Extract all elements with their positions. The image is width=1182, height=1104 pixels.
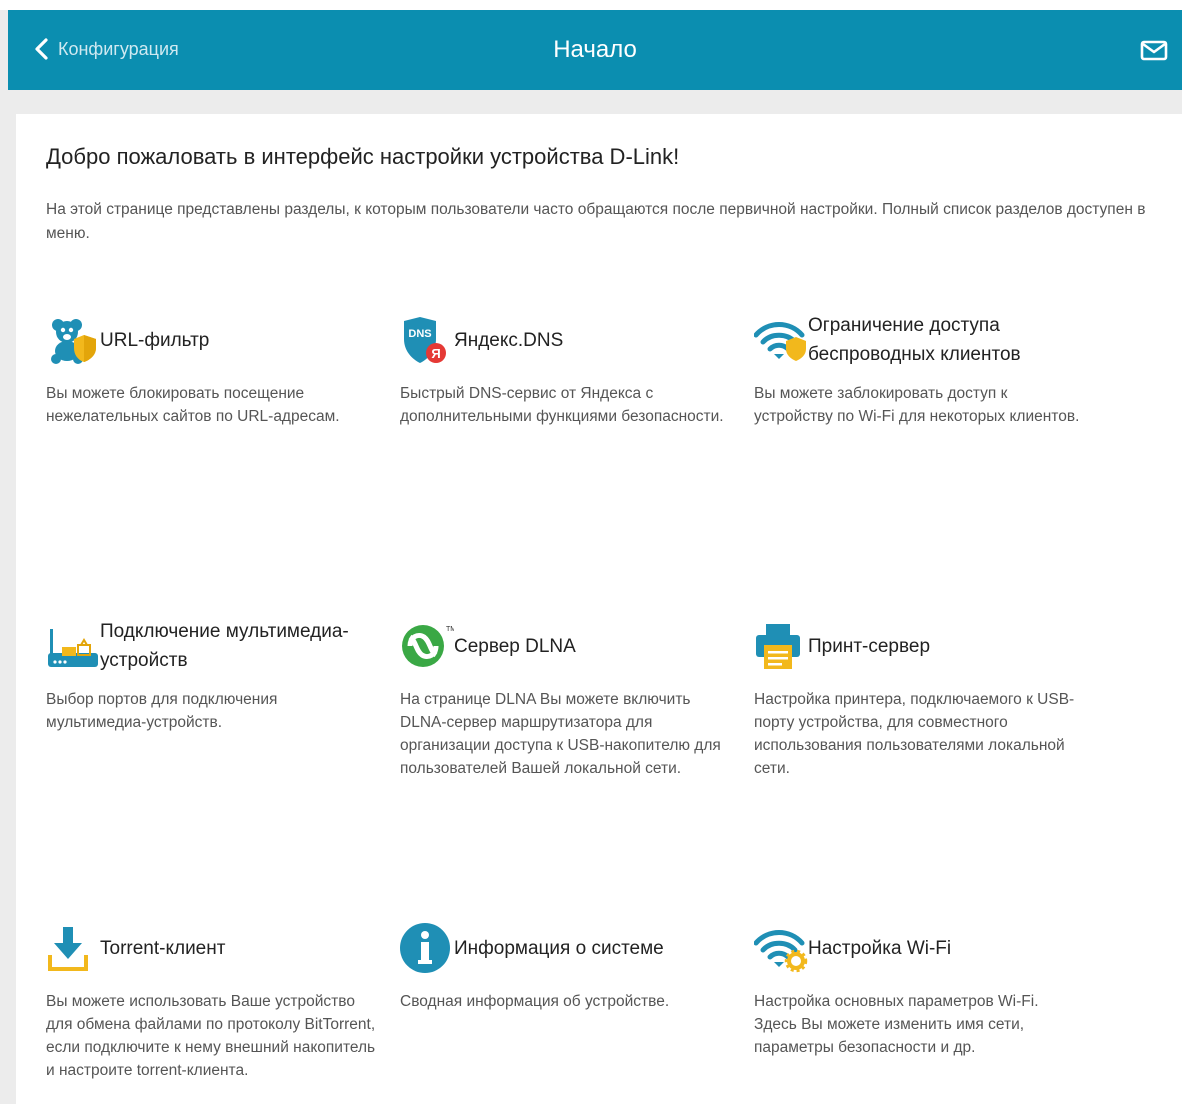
printer-icon <box>754 619 808 673</box>
svg-text:DNS: DNS <box>408 328 431 340</box>
mail-icon <box>1140 40 1168 61</box>
svg-text:Я: Я <box>431 346 440 361</box>
card-print-server: Принт-сервер Настройка принтера, подключ… <box>754 616 1084 780</box>
top-border <box>0 0 1182 10</box>
card-wifi-settings: Настройка Wi-Fi Настройка основных парам… <box>754 918 1084 1059</box>
multimedia-icon <box>46 619 100 673</box>
info-icon <box>400 921 454 975</box>
card-title[interactable]: Сервер DLNA <box>454 632 576 661</box>
card-description: Настройка принтера, подключаемого к USB-… <box>754 691 1075 777</box>
card-description: На странице DLNA Вы можете включить DLNA… <box>400 691 721 777</box>
main-panel: Добро пожаловать в интерфейс настройки у… <box>16 114 1182 1104</box>
card-title[interactable]: URL-фильтр <box>100 326 209 355</box>
yandex-dns-icon: DNS Я <box>400 313 454 367</box>
svg-text:TM: TM <box>446 626 454 633</box>
wifi-settings-icon <box>754 921 808 975</box>
intro-text: На этой странице представлены разделы, к… <box>46 201 1146 242</box>
card-title[interactable]: Ограничение доступа беспроводных клиенто… <box>808 311 1084 369</box>
card-description: Вы можете блокировать посещение нежелате… <box>46 385 340 425</box>
card-description: Выбор портов для подключения мультимедиа… <box>46 691 278 731</box>
card-title[interactable]: Принт-сервер <box>808 632 930 661</box>
card-wifi-restriction: Ограничение доступа беспроводных клиенто… <box>754 310 1084 428</box>
card-yandex-dns: DNS Я Яндекс.DNS Быстрый DNS-сервис от Я… <box>400 310 730 428</box>
card-description: Настройка основных параметров Wi-Fi. Зде… <box>754 993 1039 1056</box>
card-torrent: Torrent-клиент Вы можете использовать Ва… <box>46 918 376 1082</box>
dlna-icon: TM <box>400 619 454 673</box>
card-system-info: Информация о системе Сводная информация … <box>400 918 730 1013</box>
card-title[interactable]: Torrent-клиент <box>100 934 225 963</box>
card-title[interactable]: Подключение мультимедиа-устройств <box>100 617 376 675</box>
card-multimedia: Подключение мультимедиа-устройств Выбор … <box>46 616 376 734</box>
card-description: Быстрый DNS-сервис от Яндекса с дополнит… <box>400 385 724 425</box>
sidebar-gap <box>0 90 8 1104</box>
welcome-heading: Добро пожаловать в интерфейс настройки у… <box>46 144 680 169</box>
card-description: Сводная информация об устройстве. <box>400 993 670 1010</box>
card-dlna: TM Сервер DLNA На странице DLNA Вы может… <box>400 616 730 780</box>
notifications-button[interactable] <box>1140 38 1168 67</box>
card-description: Вы можете заблокировать доступ к устройс… <box>754 385 1080 425</box>
card-url-filter: URL-фильтр Вы можете блокировать посещен… <box>46 310 376 428</box>
download-icon <box>46 921 100 975</box>
url-filter-icon <box>46 313 100 367</box>
wifi-shield-icon <box>754 313 808 367</box>
card-title[interactable]: Настройка Wi-Fi <box>808 934 951 963</box>
header-bar: Конфигурация Начало <box>8 10 1182 90</box>
card-title[interactable]: Информация о системе <box>454 934 664 963</box>
page-title: Начало <box>553 36 637 63</box>
card-title[interactable]: Яндекс.DNS <box>454 326 563 355</box>
card-description: Вы можете использовать Ваше устройство д… <box>46 993 376 1079</box>
